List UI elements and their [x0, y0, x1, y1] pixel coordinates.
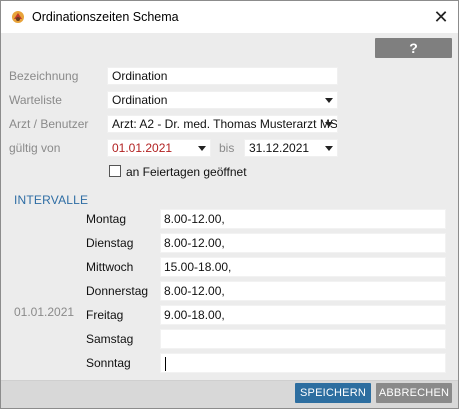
title-bar: Ordinationszeiten Schema ✕ — [1, 1, 458, 33]
day-label-dienstag: Dienstag — [86, 236, 134, 250]
day-label-samstag: Samstag — [86, 332, 134, 346]
arzt-select[interactable]: Arzt: A2 - Dr. med. Thomas Musterarzt MS… — [107, 115, 338, 133]
chevron-down-icon — [198, 146, 206, 151]
cancel-button[interactable]: ABBRECHEN — [376, 383, 452, 403]
save-button[interactable]: SPEICHERN — [295, 383, 371, 403]
day-value-donnerstag: 8.00-12.00, — [164, 284, 225, 298]
day-input-sonntag[interactable] — [160, 353, 446, 373]
bezeichnung-input[interactable]: Ordination — [107, 67, 338, 85]
gueltig-von-label: gültig von — [9, 141, 61, 155]
help-button[interactable]: ? — [375, 38, 452, 58]
warteliste-value: Ordination — [112, 93, 168, 107]
dialog-window: Ordinationszeiten Schema ✕ ? Bezeichnung… — [0, 0, 459, 409]
feiertage-label: an Feiertagen geöffnet — [126, 165, 247, 179]
day-value-montag: 8.00-12.00, — [164, 212, 225, 226]
feiertage-checkbox[interactable] — [109, 165, 121, 177]
gueltig-bis-select[interactable]: 31.12.2021 — [244, 139, 338, 157]
day-input-montag[interactable]: 8.00-12.00, — [160, 209, 446, 229]
chevron-down-icon — [325, 98, 333, 103]
window-title: Ordinationszeiten Schema — [32, 10, 179, 24]
bis-label: bis — [219, 141, 235, 155]
intervall-date: 01.01.2021 — [14, 305, 75, 319]
day-label-montag: Montag — [86, 212, 127, 226]
day-label-sonntag: Sonntag — [86, 356, 131, 370]
day-input-freitag[interactable]: 9.00-18.00, — [160, 305, 446, 325]
day-label-freitag: Freitag — [86, 308, 124, 322]
close-icon[interactable]: ✕ — [429, 6, 453, 28]
chevron-down-icon — [325, 122, 333, 127]
text-cursor — [165, 356, 166, 371]
day-input-samstag[interactable] — [160, 329, 446, 349]
bezeichnung-value: Ordination — [112, 69, 168, 83]
day-value-mittwoch: 15.00-18.00, — [164, 260, 232, 274]
arzt-value: Arzt: A2 - Dr. med. Thomas Musterarzt MS… — [112, 117, 338, 131]
day-value-freitag: 9.00-18.00, — [164, 308, 225, 322]
gueltig-von-select[interactable]: 01.01.2021 — [107, 139, 211, 157]
day-input-mittwoch[interactable]: 15.00-18.00, — [160, 257, 446, 277]
bezeichnung-label: Bezeichnung — [9, 69, 79, 83]
gueltig-von-value: 01.01.2021 — [112, 141, 173, 155]
day-input-dienstag[interactable]: 8.00-12.00, — [160, 233, 446, 253]
intervalle-title: INTERVALLE — [14, 193, 89, 207]
warteliste-select[interactable]: Ordination — [107, 91, 338, 109]
arzt-label: Arzt / Benutzer — [9, 117, 89, 131]
app-logo-icon — [12, 11, 24, 23]
day-input-donnerstag[interactable]: 8.00-12.00, — [160, 281, 446, 301]
day-value-dienstag: 8.00-12.00, — [164, 236, 225, 250]
chevron-down-icon — [325, 146, 333, 151]
warteliste-label: Warteliste — [9, 93, 62, 107]
day-label-mittwoch: Mittwoch — [86, 260, 134, 274]
gueltig-bis-value: 31.12.2021 — [249, 141, 310, 155]
day-label-donnerstag: Donnerstag — [86, 284, 149, 298]
